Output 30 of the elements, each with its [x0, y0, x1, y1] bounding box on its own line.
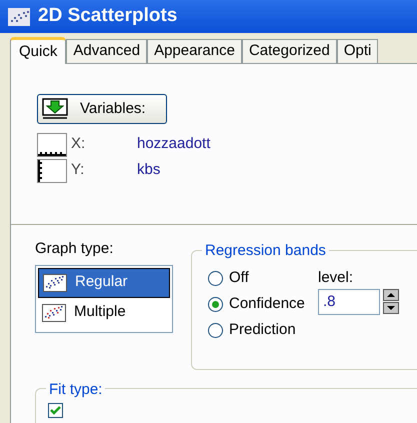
radio-option[interactable]: Off [208, 265, 318, 291]
radio-button[interactable] [208, 296, 223, 312]
download-icon [42, 98, 68, 120]
tab[interactable]: Appearance [147, 39, 242, 63]
axis-label: Y: [71, 160, 86, 180]
graph-type-label: Graph type: [35, 239, 114, 259]
radio-option[interactable]: Confidence [208, 291, 318, 317]
tab[interactable]: Opti [336, 39, 378, 63]
list-item[interactable]: Multiple [38, 298, 170, 328]
scatter-icon [8, 8, 30, 26]
spin-control[interactable] [383, 289, 399, 315]
radio-button[interactable] [208, 322, 223, 338]
radio-option[interactable]: Prediction [208, 317, 318, 343]
radio-button[interactable] [208, 270, 223, 286]
variable-name: hozzaadott [137, 134, 210, 154]
checkbox[interactable] [48, 403, 63, 418]
variables-button[interactable]: Variables: [37, 94, 167, 124]
variable-name: kbs [137, 160, 160, 180]
tab[interactable]: Advanced [66, 39, 148, 63]
y-axis-icon [37, 158, 67, 182]
level-field[interactable]: .8 [318, 289, 380, 315]
tab[interactable]: Quick [10, 37, 66, 64]
scatter-icon [43, 274, 67, 292]
level-label: level: [318, 268, 354, 288]
axis-label: X: [71, 134, 86, 154]
tab[interactable]: Categorized [242, 39, 337, 63]
list-item[interactable]: Regular [38, 268, 170, 298]
window-title: 2D Scatterplots [38, 4, 178, 28]
x-axis-icon [37, 132, 67, 156]
scatter-icon [42, 304, 66, 322]
